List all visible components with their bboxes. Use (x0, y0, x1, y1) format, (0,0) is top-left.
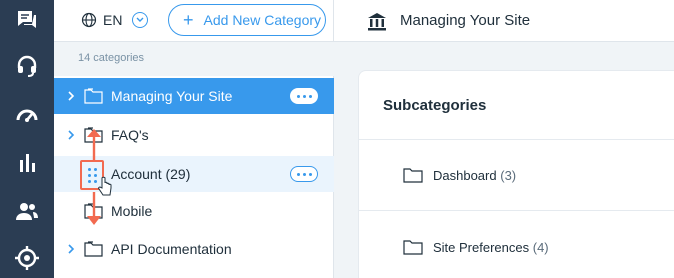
subcategory-row[interactable]: Site Preferences (4) (359, 213, 674, 278)
category-row[interactable]: Managing Your Site (54, 78, 334, 114)
page-title: Managing Your Site (400, 12, 531, 29)
subcategory-count: (3) (500, 168, 517, 183)
main-content: Managing Your Site Subcategories Dashboa… (334, 0, 674, 278)
plus-icon: + (183, 10, 194, 30)
folder-icon (84, 241, 103, 257)
users-icon[interactable] (10, 196, 44, 226)
folder-icon (403, 168, 423, 183)
chevron-right-icon[interactable] (66, 89, 76, 103)
card-header: Subcategories (359, 71, 674, 140)
chevron-right-icon[interactable] (66, 242, 76, 256)
chat-icon[interactable] (10, 5, 44, 35)
folder-icon (84, 88, 103, 104)
subcategory-name: Dashboard (433, 168, 497, 183)
bar-chart-icon[interactable] (10, 148, 44, 178)
category-toolbar: EN + Add New Category (54, 0, 334, 42)
add-category-button[interactable]: + Add New Category (168, 4, 326, 36)
more-actions-button[interactable] (290, 88, 318, 104)
grip-icon (88, 168, 98, 184)
more-actions-button[interactable] (290, 166, 318, 182)
headset-icon[interactable] (10, 51, 44, 81)
subcategory-row[interactable]: Dashboard (3) (359, 141, 674, 211)
drag-up-arrow-icon (87, 129, 101, 160)
category-label: Account (29) (111, 166, 191, 182)
category-panel: EN + Add New Category 14 categories Mana… (54, 0, 334, 278)
gauge-icon[interactable] (10, 100, 44, 130)
language-selector[interactable]: EN (81, 10, 149, 30)
content-header: Managing Your Site (334, 0, 674, 42)
category-label: API Documentation (111, 241, 232, 257)
globe-icon (81, 12, 97, 28)
category-count: 14 categories (54, 42, 334, 76)
chevron-right-icon[interactable] (66, 128, 76, 142)
add-category-label: Add New Category (203, 12, 322, 28)
drag-down-arrow-icon (87, 192, 101, 225)
home-icon (368, 13, 386, 31)
folder-icon (403, 240, 423, 255)
language-code: EN (103, 12, 123, 28)
subcategories-card: Subcategories Dashboard (3) Site Prefere… (358, 70, 674, 278)
category-row[interactable]: API Documentation (54, 231, 334, 267)
target-icon[interactable] (10, 243, 44, 273)
left-nav-rail (0, 0, 54, 278)
category-label: FAQ's (111, 127, 149, 143)
subcategory-label: Dashboard (3) (433, 168, 516, 183)
subcategory-label: Site Preferences (4) (433, 240, 549, 255)
subcategory-count: (4) (532, 240, 549, 255)
card-title: Subcategories (383, 97, 487, 114)
category-label: Mobile (111, 203, 153, 219)
category-label: Managing Your Site (111, 88, 233, 104)
subcategory-name: Site Preferences (433, 240, 530, 255)
chevron-down-icon[interactable] (132, 12, 149, 28)
